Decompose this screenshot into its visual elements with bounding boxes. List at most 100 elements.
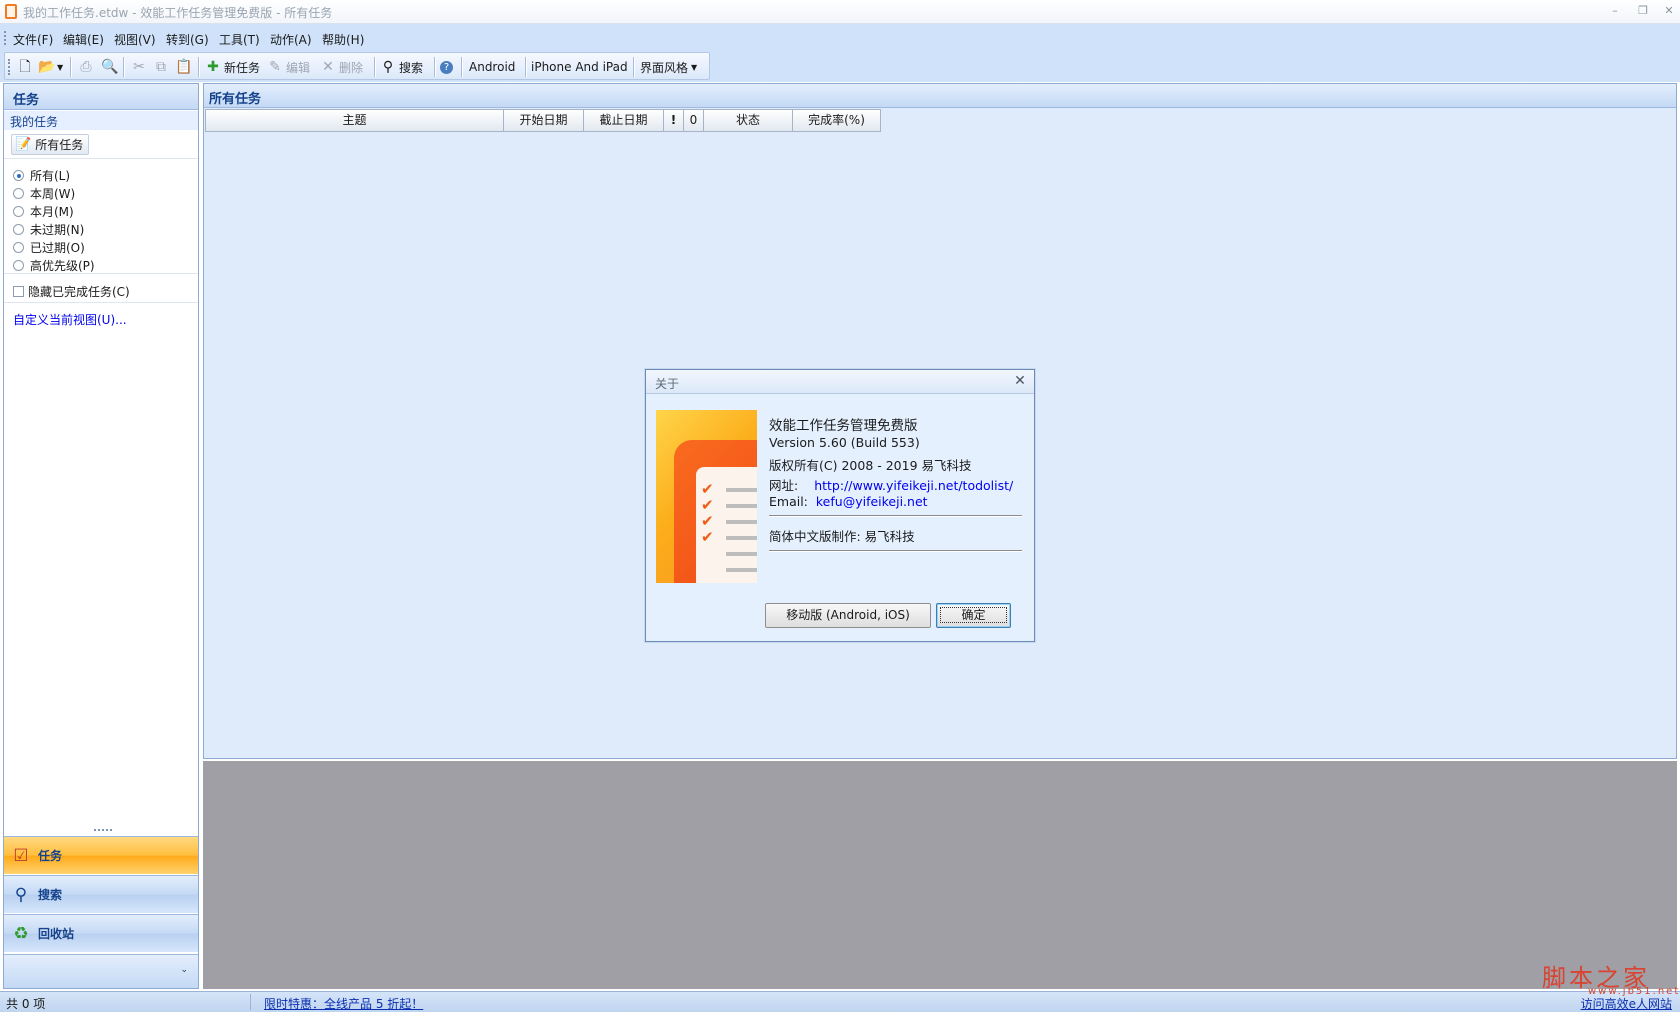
new-task-button[interactable]: ✚ 新任务 [205,56,260,78]
column-subject[interactable]: 主题 [206,110,504,131]
column-priority[interactable]: ! [664,110,684,131]
android-button[interactable]: Android [469,56,515,78]
menu-file[interactable]: 文件(F) [13,31,53,48]
ok-button[interactable]: 确定 [936,603,1011,628]
menu-edit[interactable]: 编辑(E) [63,31,104,48]
nav-tasks-button[interactable]: ☑ 任务 [4,836,198,874]
maximize-button[interactable]: ❐ [1632,2,1654,20]
close-window-button[interactable]: ✕ [1658,2,1680,20]
filter-high-priority[interactable]: 高优先级(P) [13,257,95,274]
logo-line [726,568,757,572]
menubar-grip[interactable] [4,31,7,45]
print-button[interactable]: ⎙ [78,56,94,78]
app-icon [5,4,17,19]
column-due-date[interactable]: 截止日期 [584,110,664,131]
toolbar: 🗋 📂 ▼ ⎙ 🔍 ✂ ⧉ 📋 ✚ 新任务 ✎ 编辑 ✕ 删除 ⚲ 搜索 ? Androi… [0,52,1680,82]
recycle-bin-icon: ♻ [13,923,29,944]
edit-task-button[interactable]: ✎ 编辑 [267,56,310,78]
open-dropdown-icon: ▼ [57,62,64,72]
site-watermark-url: www.jb51.net [1588,986,1680,997]
new-task-label: 新任务 [224,60,261,75]
search-button[interactable]: ⚲ 搜索 [380,56,423,78]
delete-label: 删除 [339,60,364,75]
radio-icon[interactable] [13,242,24,253]
email-link[interactable]: kefu@yifeikeji.net [816,494,928,509]
mobile-version-button[interactable]: 移动版 (Android, iOS) [765,603,931,628]
nav-search-button[interactable]: ⚲ 搜索 [4,875,198,913]
filter-this-week[interactable]: 本周(W) [13,185,75,202]
logo-line [726,552,757,556]
skin-dropdown[interactable]: 界面风格 ▼ [640,56,697,78]
iphone-ipad-button[interactable]: iPhone And iPad [531,56,628,78]
status-separator [250,994,251,1010]
ok-button-label: 确定 [940,607,1007,623]
nav-recycle-bin-button[interactable]: ♻ 回收站 [4,914,198,952]
radio-icon[interactable] [13,260,24,271]
delete-icon: ✕ [322,59,334,75]
logo-line [726,504,757,508]
product-logo: ✔ ✔ ✔ ✔ [656,410,757,583]
open-button[interactable]: 📂 ▼ [38,56,63,78]
dialog-close-button[interactable]: ✕ [1012,373,1028,389]
minimize-button[interactable]: – [1604,2,1626,20]
dialog-title-bar[interactable]: 关于 ✕ [646,370,1034,394]
filter-overdue[interactable]: 已过期(O) [13,239,85,256]
toolbar-strip: 🗋 📂 ▼ ⎙ 🔍 ✂ ⧉ 📋 ✚ 新任务 ✎ 编辑 ✕ 删除 ⚲ 搜索 ? Androi… [4,52,710,80]
dialog-title: 关于 [655,377,680,391]
help-icon: ? [440,60,453,74]
all-tasks-folder[interactable]: 📝 所有任务 [11,134,90,155]
customize-view-link[interactable]: 自定义当前视图(U)... [13,311,127,328]
about-dialog: 关于 ✕ ✔ ✔ ✔ ✔ 效能工作任务管理免费版 Version 5.60 (B… [645,369,1035,642]
column-status[interactable]: 状态 [704,110,793,131]
localization-credit: 简体中文版制作: 易飞科技 [769,529,915,544]
filter-label: 已过期(O) [30,241,85,255]
radio-icon[interactable] [13,224,24,235]
reading-pane [203,761,1677,989]
paste-button[interactable]: 📋 [175,56,192,78]
new-document-icon: 🗋 [19,59,31,75]
email-label: Email: [769,494,808,509]
checkbox-icon[interactable] [13,286,24,297]
chevron-down-icon[interactable]: ⌄ [180,965,188,975]
radio-selected-icon[interactable] [13,170,24,181]
cut-button[interactable]: ✂ [131,56,147,78]
filter-label: 所有(L) [30,169,71,183]
toolbar-grip[interactable] [8,59,11,75]
search-label: 搜索 [399,60,424,75]
print-preview-button[interactable]: 🔍 [101,56,119,78]
filter-label: 本月(M) [30,205,74,219]
menu-goto[interactable]: 转到(G) [166,31,209,48]
version-text: Version 5.60 (Build 553) [769,435,920,450]
radio-icon[interactable] [13,188,24,199]
radio-icon[interactable] [13,206,24,217]
email-row: Email: kefu@yifeikeji.net [769,494,928,509]
pane-splitter-handle[interactable] [94,829,112,832]
menu-actions[interactable]: 动作(A) [270,31,312,48]
search-icon: ⚲ [382,59,394,75]
copy-button[interactable]: ⧉ [153,56,169,78]
website-link[interactable]: http://www.yifeikeji.net/todolist/ [814,478,1013,493]
cut-icon: ✂ [133,59,145,75]
filter-not-overdue[interactable]: 未过期(N) [13,221,84,238]
filter-all[interactable]: 所有(L) [13,167,70,184]
menu-tools[interactable]: 工具(T) [219,31,260,48]
column-attachment[interactable]: 0 [684,110,704,131]
new-document-button[interactable]: 🗋 [17,56,33,78]
my-tasks-label: 我的任务 [10,115,59,129]
print-preview-icon: 🔍 [101,59,119,75]
hide-completed-checkbox[interactable]: 隐藏已完成任务(C) [13,283,130,300]
delete-task-button[interactable]: ✕ 删除 [320,56,363,78]
column-percent-complete[interactable]: 完成率(%) [793,110,880,131]
website-row: 网址: http://www.yifeikeji.net/todolist/ [769,475,1013,494]
column-start-date[interactable]: 开始日期 [504,110,584,131]
edit-icon: ✎ [269,59,281,75]
divider [4,158,198,159]
visit-website-link[interactable]: 访问高效e人网站 [1581,995,1672,1012]
menu-view[interactable]: 视图(V) [114,31,156,48]
menu-help[interactable]: 帮助(H) [322,31,364,48]
promo-link[interactable]: 限时特惠：全线产品 5 折起！ [264,995,423,1012]
logo-line [726,488,757,492]
filter-this-month[interactable]: 本月(M) [13,203,74,220]
help-button[interactable]: ? [440,56,453,78]
toolbar-separator [123,57,124,77]
